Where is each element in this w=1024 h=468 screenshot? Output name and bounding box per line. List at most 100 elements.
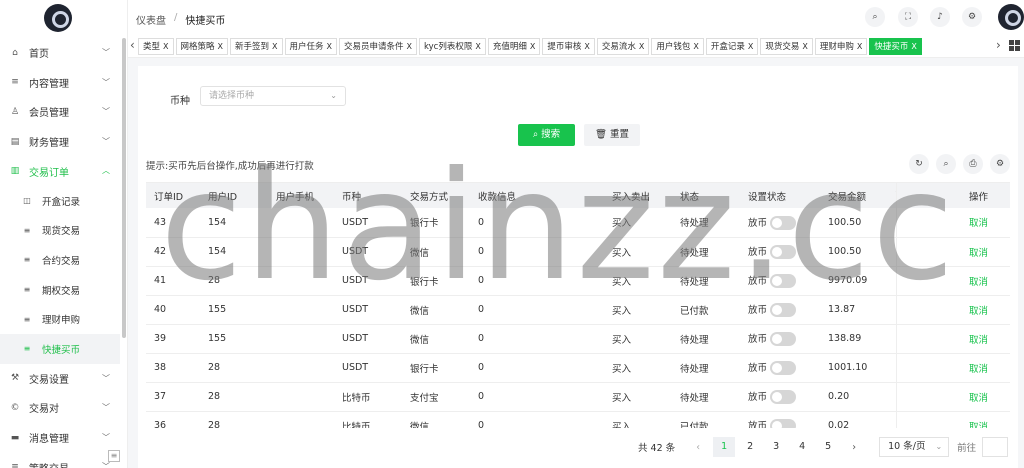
sidebar-item[interactable]: © 交易对 ﹀	[0, 393, 120, 423]
columns-setting-icon[interactable]: ⚙	[990, 154, 1010, 174]
close-icon[interactable]: X	[530, 42, 535, 51]
chevron-down-icon: ﹀	[102, 462, 110, 468]
tab-item[interactable]: 交易流水 X	[596, 38, 650, 55]
release-coin-toggle[interactable]	[770, 216, 797, 230]
tab-item[interactable]: 类型 X	[138, 38, 174, 55]
sidebar-item[interactable]: ▤ 财务管理 ﹀	[0, 127, 120, 157]
release-coin-toggle[interactable]	[770, 332, 797, 347]
tab-item[interactable]: 用户钱包 X	[651, 38, 704, 55]
cancel-link[interactable]: 取消	[969, 277, 988, 288]
sidebar-item[interactable]: ≡ 策略交易 ﹀	[0, 452, 120, 468]
cancel-link[interactable]: 取消	[969, 364, 988, 375]
home-icon: ⌂	[12, 47, 18, 58]
sidebar-item[interactable]: ▥ 交易订单 ︿	[0, 156, 120, 186]
grid-menu-icon[interactable]	[1009, 40, 1020, 51]
sidebar-subitem[interactable]: ≡ 期权交易	[0, 275, 120, 305]
page-size-select[interactable]: 10 条/页 ⌄	[879, 437, 950, 457]
sidebar-item[interactable]: ≡ 内容管理 ﹀	[0, 68, 120, 98]
release-coin-toggle[interactable]	[770, 390, 797, 405]
close-icon[interactable]: X	[218, 42, 223, 51]
tab-item[interactable]: 用户任务 X	[284, 38, 337, 55]
orders-table-container[interactable]: 订单ID用户ID用户手机币种交易方式收款信息买入卖出状态设置状态交易金额T操作 …	[146, 182, 1010, 428]
close-icon[interactable]: X	[693, 42, 698, 51]
top-header: 仪表盘 / 快捷买币 ⌕ ⛶ ♪ ⚙	[128, 0, 1024, 36]
gear-icon[interactable]: ⚙	[962, 7, 982, 27]
close-icon[interactable]: X	[584, 42, 589, 51]
sidebar-item[interactable]: ▬ 消息管理 ﹀	[0, 423, 120, 453]
coin-select[interactable]: 请选择币种 ⌄	[200, 86, 346, 106]
tab-item[interactable]: 交易员申请条件 X	[339, 38, 417, 55]
refresh-icon[interactable]: ↻	[909, 154, 929, 174]
sidebar-scrollbar[interactable]	[122, 38, 126, 338]
collapse-icon[interactable]: ≡	[108, 450, 120, 462]
release-coin-toggle[interactable]	[770, 303, 797, 318]
close-icon[interactable]: X	[911, 42, 916, 51]
cell-action: 取消	[895, 411, 1010, 429]
tabs-scroll-left-icon[interactable]: ‹	[130, 38, 135, 52]
cancel-link[interactable]: 取消	[969, 306, 988, 317]
avatar[interactable]	[998, 4, 1024, 30]
tab-item[interactable]: 网格策略 X	[175, 38, 228, 55]
sidebar: ⌂ 首页 ﹀ ≡ 内容管理 ﹀ ♙ 会员管理 ﹀ ▤ 财务管理 ﹀ ▥ 交易订单 ︿ ◫ 开盒记录 ≡ 现货交易 ≡ 合…	[0, 0, 128, 468]
sidebar-subitem[interactable]: ≡ 快捷买币	[0, 333, 120, 364]
tab-item[interactable]: kyc列表权限 X	[419, 38, 486, 55]
sidebar-item[interactable]: ♙ 会员管理 ﹀	[0, 97, 120, 127]
close-icon[interactable]: X	[407, 42, 412, 51]
bell-icon[interactable]: ♪	[930, 7, 950, 27]
sidebar-item[interactable]: ⚒ 交易设置 ﹀	[0, 364, 120, 394]
breadcrumb-dashboard[interactable]: 仪表盘	[136, 12, 166, 27]
page-number[interactable]: 1	[713, 437, 736, 457]
goto-label: 前往	[957, 443, 977, 454]
cancel-link[interactable]: 取消	[969, 393, 988, 404]
close-icon[interactable]: X	[802, 42, 807, 51]
sidebar-subitem[interactable]: ≡ 理财申购	[0, 304, 120, 334]
close-icon[interactable]: X	[475, 42, 480, 51]
close-icon[interactable]: X	[639, 42, 644, 51]
release-coin-toggle[interactable]	[770, 274, 797, 289]
page-number[interactable]: 2	[739, 437, 761, 457]
cell-extra: 7	[888, 324, 896, 354]
cancel-link[interactable]: 取消	[969, 422, 988, 429]
page-number[interactable]: 4	[791, 437, 813, 457]
sidebar-subitem[interactable]: ≡ 合约交易	[0, 245, 120, 275]
close-icon[interactable]: X	[272, 42, 277, 51]
cancel-link[interactable]: 取消	[969, 248, 988, 259]
print-icon[interactable]: ⎙	[963, 154, 983, 174]
release-coin-toggle[interactable]	[770, 419, 797, 428]
sidebar-subitem[interactable]: ≡ 现货交易	[0, 216, 120, 246]
release-coin-toggle[interactable]	[770, 361, 797, 376]
search-button[interactable]: ⌕ 搜索	[518, 124, 575, 146]
ledger-icon: ▤	[10, 136, 20, 147]
cancel-link[interactable]: 取消	[969, 218, 988, 229]
page-number[interactable]: 5	[817, 437, 839, 457]
tab-item[interactable]: 新手签到 X	[230, 38, 283, 55]
cell-coin: USDT	[334, 295, 402, 325]
tab-item[interactable]: 现货交易 X	[760, 38, 813, 55]
release-coin-toggle[interactable]	[770, 245, 797, 260]
tab-item[interactable]: 理财申购 X	[814, 38, 868, 55]
tab-item[interactable]: 提币审核 X	[542, 38, 595, 55]
next-page-icon[interactable]: ›	[843, 442, 865, 453]
close-icon[interactable]: X	[327, 42, 332, 51]
search-icon[interactable]: ⌕	[865, 7, 885, 27]
cell-uid: 28	[200, 353, 268, 383]
close-icon[interactable]: X	[748, 42, 753, 51]
column-header: 买入卖出	[604, 183, 672, 208]
sidebar-item[interactable]: ⌂ 首页 ﹀	[0, 38, 120, 68]
cell-switch: 放币	[740, 295, 820, 325]
tabs-scroll-right-icon[interactable]: ›	[996, 38, 1001, 52]
sidebar-subitem[interactable]: ◫ 开盒记录	[0, 186, 120, 216]
reset-button[interactable]: 🗑︎ 重置	[584, 124, 640, 146]
search-toggle-icon[interactable]: ⌕	[936, 154, 956, 174]
close-icon[interactable]: X	[163, 42, 168, 51]
page-number[interactable]: 3	[765, 437, 787, 457]
fullscreen-icon[interactable]: ⛶	[898, 7, 918, 27]
close-icon[interactable]: X	[857, 42, 862, 51]
tab-item[interactable]: 开盒记录 X	[705, 38, 759, 55]
cancel-link[interactable]: 取消	[969, 335, 988, 346]
prev-page-icon[interactable]: ‹	[687, 442, 709, 453]
tabs: 类型 X 网格策略 X 新手签到 X 用户任务 X 交易员申请条件 Xkyc列表权限 X 充值明细 X 提…	[138, 38, 994, 56]
tab-item[interactable]: 充值明细 X	[487, 38, 541, 55]
tab-item[interactable]: 快捷买币 X	[869, 38, 922, 55]
goto-page-input[interactable]	[982, 437, 1009, 457]
